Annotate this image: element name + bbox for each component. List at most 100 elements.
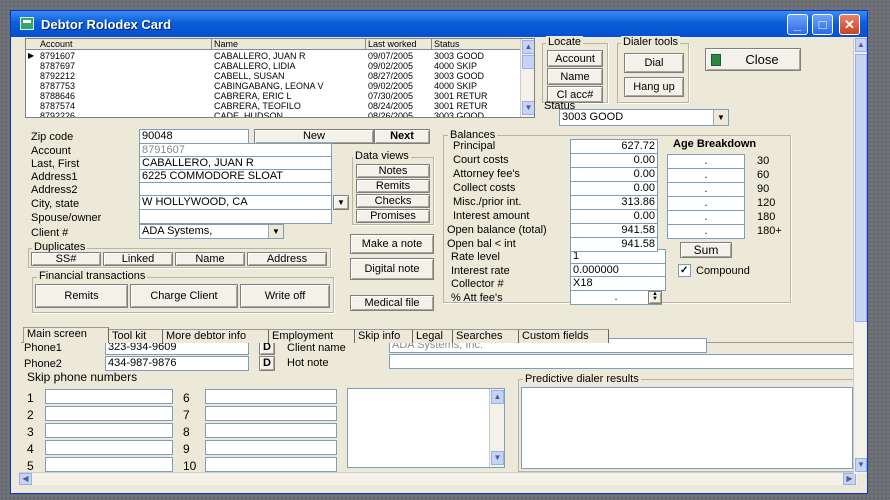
hot-note-field[interactable] <box>389 354 855 369</box>
next-button[interactable]: Next <box>374 129 430 144</box>
scroll-down-icon[interactable]: ▼ <box>855 458 867 472</box>
skip-phone-field[interactable] <box>45 423 173 438</box>
tab-more-debtor-info[interactable]: More debtor info <box>163 329 269 343</box>
scroll-up-icon[interactable]: ▲ <box>491 390 504 404</box>
balance-field[interactable]: 941.58 <box>570 237 658 252</box>
balance-field[interactable]: 313.86 <box>570 195 658 210</box>
age-field[interactable]: . <box>667 224 745 239</box>
table-row[interactable]: 8792212 CABELL, SUSAN 08/27/2005 3003 GOOD <box>26 71 522 81</box>
skip-phone-field[interactable] <box>45 457 173 472</box>
dup-address-button[interactable]: Address <box>247 252 327 266</box>
balance-field[interactable]: 0.00 <box>570 209 658 224</box>
medical-file-button[interactable]: Medical file <box>350 295 434 311</box>
checks-button[interactable]: Checks <box>356 194 430 208</box>
dial-button[interactable]: Dial <box>624 53 684 73</box>
dial-phone2-button[interactable]: D <box>259 356 275 371</box>
minimize-button[interactable]: _ <box>787 14 808 35</box>
balance-field[interactable]: 0.00 <box>570 181 658 196</box>
close-window-button[interactable]: ✕ <box>839 14 860 35</box>
balance-field[interactable]: 941.58 <box>570 223 658 238</box>
grid-scrollbar[interactable]: ▲ ▼ <box>520 39 534 117</box>
age-field[interactable]: . <box>667 168 745 183</box>
skip-phone-field[interactable] <box>205 440 337 455</box>
hang-up-button[interactable]: Hang up <box>624 77 684 97</box>
tab-legal[interactable]: Legal <box>413 329 453 343</box>
spouse-owner-field[interactable] <box>139 209 332 224</box>
promises-button[interactable]: Promises <box>356 209 430 223</box>
compound-checkbox[interactable]: ✓ <box>678 264 691 277</box>
skip-phone-field[interactable] <box>205 457 337 472</box>
title-bar[interactable]: Debtor Rolodex Card _ □ ✕ <box>11 11 867 37</box>
client-select[interactable]: ADA Systems, ▼ <box>139 224 284 239</box>
account-grid[interactable]: Account Name Last worked Status ▶ 8791607… <box>25 38 535 118</box>
age-field[interactable]: . <box>667 196 745 211</box>
chevron-down-icon[interactable]: ▼ <box>268 225 283 238</box>
skip-phone-field[interactable] <box>45 389 173 404</box>
age-field[interactable]: . <box>667 210 745 225</box>
skip-notes-scrollbar[interactable]: ▲ ▼ <box>489 389 504 467</box>
skip-phone-field[interactable] <box>45 440 173 455</box>
column-header-status[interactable]: Status <box>432 39 522 50</box>
dup-linked-button[interactable]: Linked <box>103 252 173 266</box>
balance-field[interactable]: 627.72 <box>570 139 658 154</box>
skip-phone-field[interactable] <box>205 423 337 438</box>
chevron-down-icon[interactable]: ▼ <box>713 110 728 125</box>
phone2-field[interactable]: 434-987-9876 <box>105 356 249 371</box>
skip-phone-field[interactable] <box>45 406 173 421</box>
window-vertical-scrollbar[interactable]: ▲ ▼ <box>853 38 867 474</box>
table-row[interactable]: ▶ 8791607 CABALLERO, JUAN R 09/07/2005 3003 … <box>26 51 522 61</box>
scroll-up-icon[interactable]: ▲ <box>522 40 534 54</box>
balance-field[interactable]: 0.00 <box>570 167 658 182</box>
table-row[interactable]: 8787574 CABRERA, TEOFILO 08/24/2005 3001 RE… <box>26 101 522 111</box>
dup-ss-button[interactable]: SS# <box>31 252 101 266</box>
new-button[interactable]: New <box>254 129 374 144</box>
scroll-down-icon[interactable]: ▼ <box>491 451 504 465</box>
balance-field[interactable]: 0.00 <box>570 153 658 168</box>
tab-main-screen[interactable]: Main screen <box>23 327 109 343</box>
horizontal-scrollbar[interactable]: ◀ ▶ <box>19 472 857 485</box>
fin-remits-button[interactable]: Remits <box>35 284 128 308</box>
write-off-button[interactable]: Write off <box>240 284 330 308</box>
tab-skip-info[interactable]: Skip info <box>355 329 413 343</box>
scroll-left-icon[interactable]: ◀ <box>19 473 32 485</box>
tab-custom-fields[interactable]: Custom fields <box>519 329 609 343</box>
scroll-up-icon[interactable]: ▲ <box>855 38 867 52</box>
scroll-down-icon[interactable]: ▼ <box>522 101 534 115</box>
status-select[interactable]: 3003 GOOD ▼ <box>559 109 729 126</box>
tab-employment[interactable]: Employment <box>269 329 355 343</box>
predictive-results-area[interactable] <box>521 387 853 469</box>
remits-view-button[interactable]: Remits <box>356 179 430 193</box>
skip-phone-field[interactable] <box>205 389 337 404</box>
column-header-name[interactable]: Name <box>212 39 366 50</box>
skip-notes-textarea[interactable]: ▲ ▼ <box>347 388 505 468</box>
scroll-thumb[interactable] <box>522 55 534 69</box>
table-row[interactable]: 8787753 CABINGABANG, LEONA V 09/02/2005 400… <box>26 81 522 91</box>
column-header-last-worked[interactable]: Last worked <box>366 39 432 50</box>
zip-field[interactable]: 90048 <box>139 129 249 144</box>
make-note-button[interactable]: Make a note <box>350 234 434 254</box>
spin-down-icon[interactable]: ▼ <box>652 296 658 302</box>
table-row[interactable]: 8788646 CABRERA, ERIC L 07/30/2005 3001 RET… <box>26 91 522 101</box>
collector-field[interactable]: X18 <box>570 276 666 291</box>
charge-client-button[interactable]: Charge Client <box>130 284 238 308</box>
tab-tool-kit[interactable]: Tool kit <box>109 329 163 343</box>
close-button[interactable]: Close <box>705 48 801 71</box>
city-lookup-button[interactable]: ▼ <box>333 195 349 210</box>
locate-name-button[interactable]: Name <box>547 68 603 85</box>
city-state-field[interactable]: W HOLLYWOOD, CA <box>139 195 332 210</box>
maximize-button[interactable]: □ <box>812 14 833 35</box>
table-row[interactable]: 8787697 CABALLERO, LIDIA 09/02/2005 4000 SK… <box>26 61 522 71</box>
digital-note-button[interactable]: Digital note <box>350 258 434 280</box>
scroll-right-icon[interactable]: ▶ <box>843 473 856 485</box>
table-row[interactable]: 8792226 CADE, HUDSON 08/26/2005 3003 GOOD <box>26 111 522 117</box>
locate-account-button[interactable]: Account <box>547 50 603 67</box>
age-field[interactable]: . <box>667 182 745 197</box>
age-field[interactable]: . <box>667 154 745 169</box>
sum-button[interactable]: Sum <box>680 242 732 258</box>
att-fee-spinner[interactable]: ▲ ▼ <box>648 291 662 304</box>
dup-name-button[interactable]: Name <box>175 252 245 266</box>
tab-searches[interactable]: Searches <box>453 329 519 343</box>
skip-phone-field[interactable] <box>205 406 337 421</box>
notes-button[interactable]: Notes <box>356 164 430 178</box>
window-scroll-thumb[interactable] <box>855 54 867 322</box>
